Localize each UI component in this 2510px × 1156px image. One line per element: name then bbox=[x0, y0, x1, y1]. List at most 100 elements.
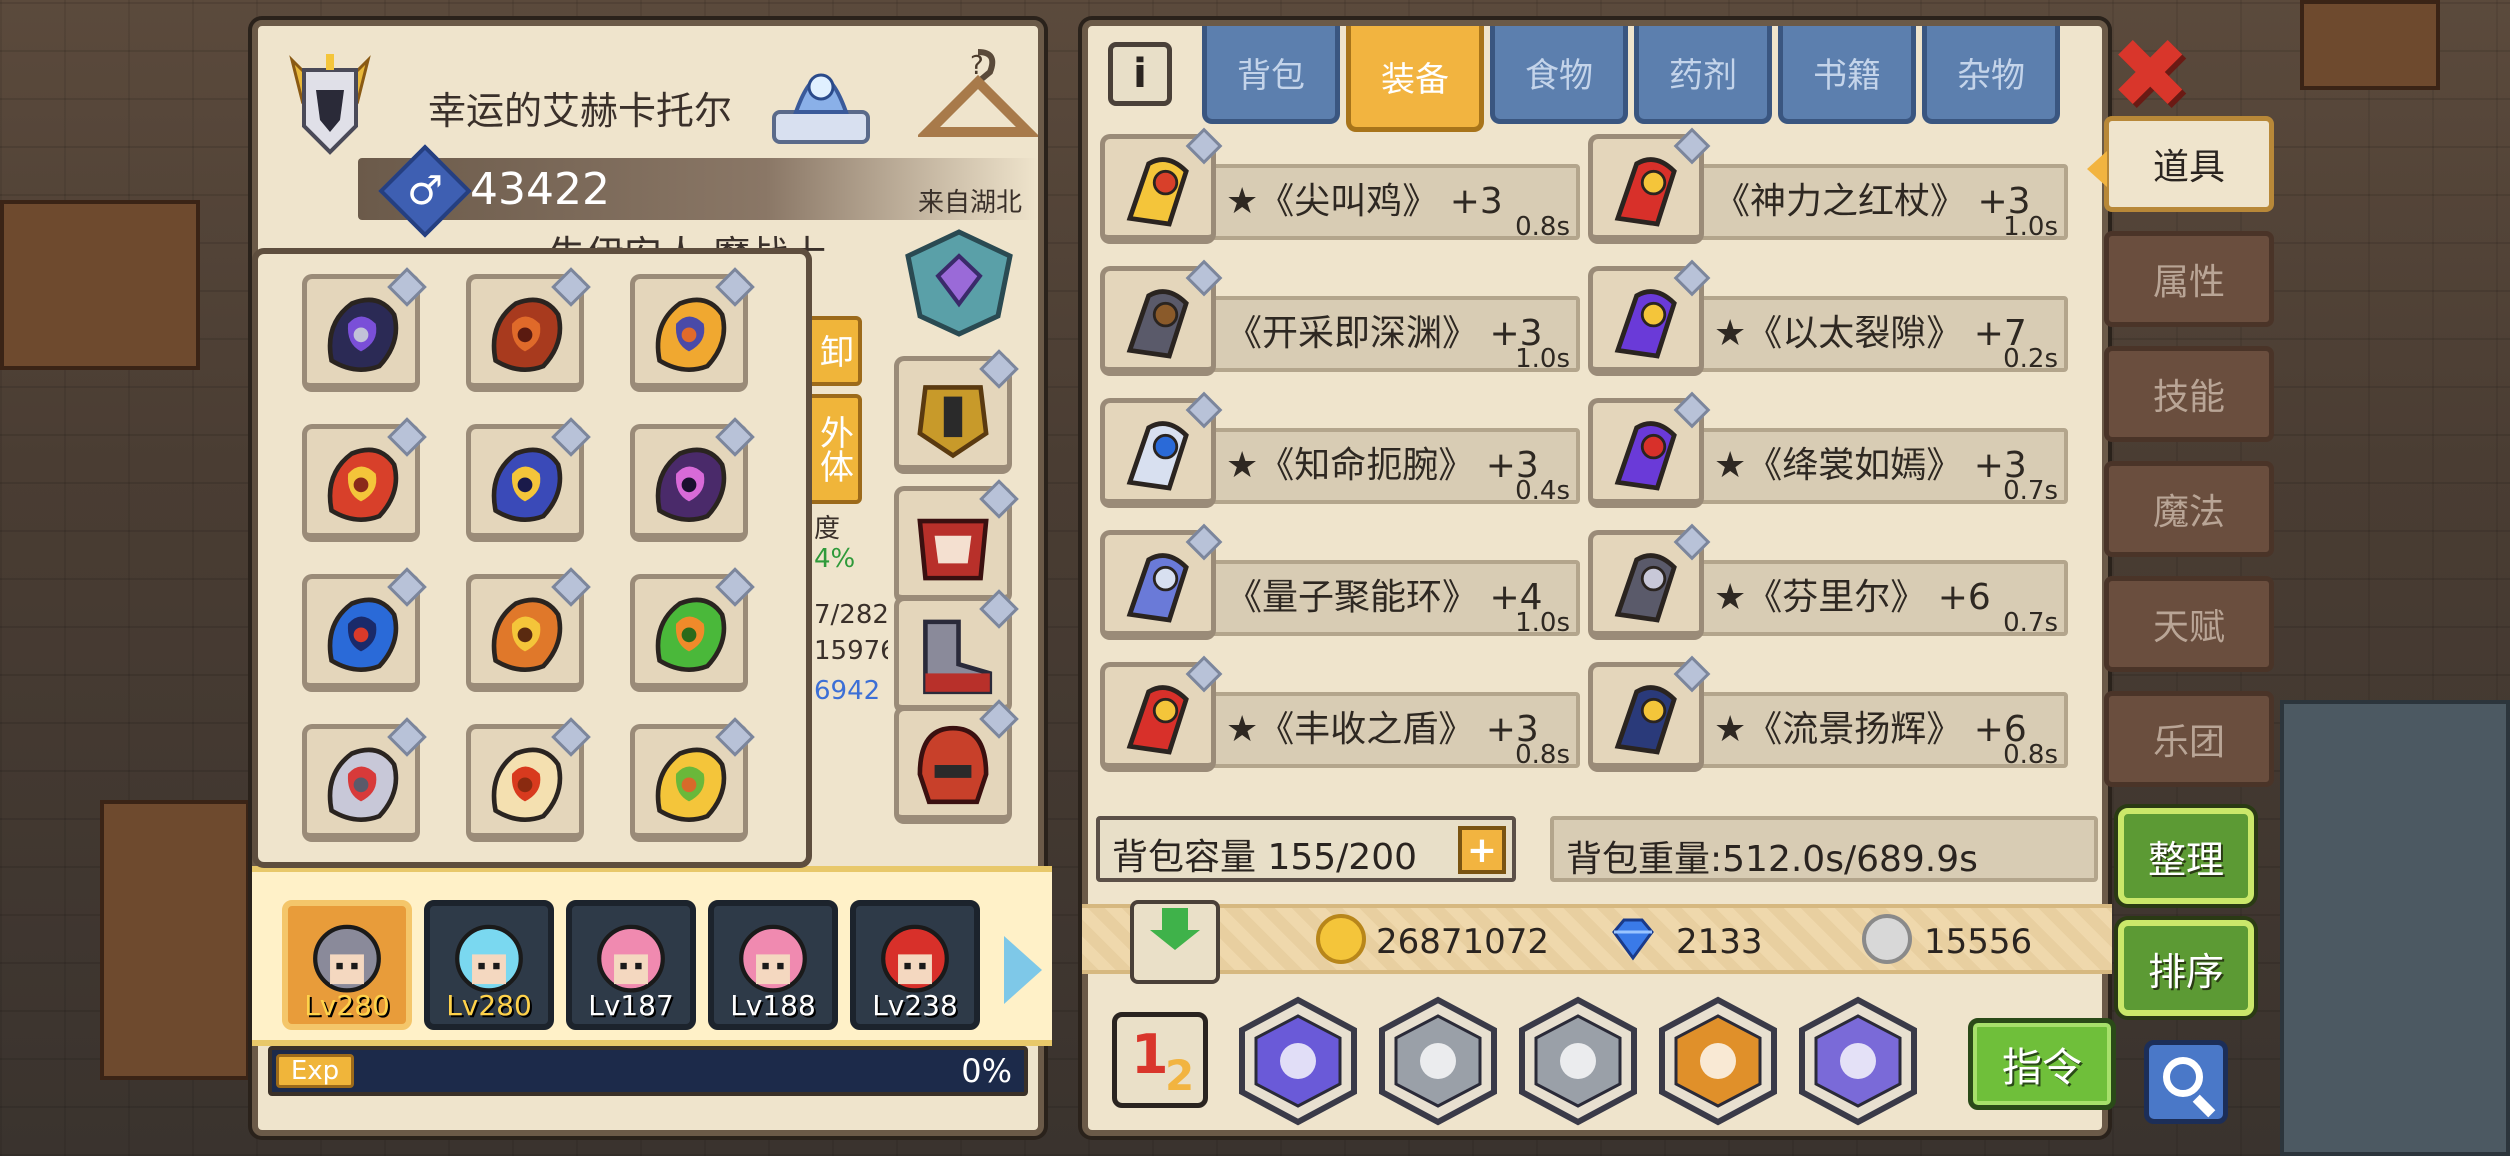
item-icon-box bbox=[1588, 655, 1711, 772]
inventory-item[interactable]: 《神力之红杖》 +3 1.0s bbox=[1588, 126, 2068, 250]
tab-2[interactable]: 食物 bbox=[1490, 26, 1628, 124]
inventory-item[interactable]: ★《芬里尔》 +6 0.7s bbox=[1588, 522, 2068, 646]
quantum-ring-icon bbox=[1126, 553, 1189, 623]
equipment-slot[interactable] bbox=[466, 717, 591, 842]
equipment-slot[interactable] bbox=[630, 717, 755, 842]
search-icon[interactable] bbox=[2144, 1040, 2228, 1124]
side-tab-4[interactable]: 天赋 bbox=[2104, 576, 2274, 672]
winged-demon-icon bbox=[655, 447, 727, 522]
item-cooldown: 0.8s bbox=[1515, 740, 1570, 770]
tab-1[interactable]: 装备 bbox=[1346, 26, 1484, 132]
item-cooldown: 0.2s bbox=[2003, 344, 2058, 374]
inventory-item[interactable]: 《开采即深渊》 +3 1.0s bbox=[1100, 258, 1580, 382]
tab-0[interactable]: 背包 bbox=[1202, 26, 1340, 124]
gear-filter-icon[interactable] bbox=[1796, 996, 1920, 1126]
rank-badge-icon[interactable] bbox=[282, 40, 378, 160]
equipment-slot[interactable] bbox=[302, 717, 427, 842]
armor-slot[interactable] bbox=[894, 589, 1019, 714]
side-tab-0[interactable]: 道具 bbox=[2087, 116, 2274, 212]
side-tab-5[interactable]: 乐团 bbox=[2104, 691, 2274, 787]
side-tab-1[interactable]: 属性 bbox=[2104, 231, 2274, 327]
ornate-ring-icon bbox=[655, 297, 727, 372]
star-filter-icon[interactable] bbox=[1516, 996, 1640, 1126]
organize-button[interactable]: 整理 bbox=[2118, 808, 2254, 904]
info-button[interactable]: i bbox=[1108, 42, 1172, 106]
close-icon[interactable]: ✖ bbox=[2110, 26, 2190, 122]
exp-bar: Exp 0% bbox=[268, 1046, 1028, 1096]
shuriken-filter-icon[interactable] bbox=[1656, 996, 1780, 1126]
team-member-level: Lv280 bbox=[304, 989, 390, 1022]
item-cooldown: 1.0s bbox=[2003, 212, 2058, 242]
equipment-slot[interactable] bbox=[466, 567, 591, 692]
tab-3[interactable]: 药剂 bbox=[1634, 26, 1772, 124]
team-member-level: Lv187 bbox=[588, 989, 674, 1022]
tab-4[interactable]: 书籍 bbox=[1778, 26, 1916, 124]
team-member[interactable]: Lv187 bbox=[566, 900, 696, 1030]
armor-slot[interactable] bbox=[894, 699, 1019, 824]
stat-label: 度 bbox=[814, 514, 841, 544]
team-member[interactable]: Lv238 bbox=[850, 900, 980, 1030]
equipment-slot[interactable] bbox=[302, 567, 427, 692]
equipment-slot[interactable] bbox=[466, 267, 591, 392]
inventory-item[interactable]: ★《知命扼腕》 +3 0.4s bbox=[1100, 390, 1580, 514]
bag-capacity-text: 背包容量 155/200 bbox=[1112, 837, 1417, 878]
store-download-icon[interactable] bbox=[1130, 900, 1220, 984]
team-member[interactable]: Lv188 bbox=[708, 900, 838, 1030]
diamond-icon bbox=[1612, 918, 1654, 961]
inventory-item[interactable]: ★《丰收之盾》 +3 0.8s bbox=[1100, 654, 1580, 778]
order-one: 1 bbox=[1131, 1023, 1169, 1086]
ether-rift-icon bbox=[1614, 289, 1677, 359]
tab-5[interactable]: 杂物 bbox=[1922, 26, 2060, 124]
team-member-level: Lv188 bbox=[730, 989, 816, 1022]
item-icon-box bbox=[1100, 259, 1223, 376]
teleport-shrine-icon[interactable] bbox=[766, 42, 876, 152]
fenrir-head-icon bbox=[1614, 553, 1677, 623]
equipment-slot[interactable] bbox=[630, 267, 755, 392]
team-member-level: Lv238 bbox=[872, 989, 958, 1022]
team-member-level: Lv280 bbox=[446, 989, 532, 1022]
equipment-slot[interactable] bbox=[630, 417, 755, 542]
background-wall bbox=[2280, 700, 2510, 1156]
team-member[interactable]: Lv280 bbox=[282, 900, 412, 1030]
equipment-slot[interactable] bbox=[466, 417, 591, 542]
inventory-panel: i 背包 装备 食物 药剂 书籍 杂物 ★《尖叫鸡》 +3 0.8s 《神力之红杖》 +3 1.… bbox=[1082, 20, 2116, 1136]
flower-wreath-icon bbox=[655, 747, 727, 822]
equipment-slot[interactable] bbox=[630, 567, 755, 692]
appearance-button[interactable]: 外体 bbox=[806, 394, 862, 504]
background-table bbox=[0, 200, 200, 370]
inventory-item[interactable]: ★《流景扬辉》 +6 0.8s bbox=[1588, 654, 2068, 778]
gold-amount: 26871072 bbox=[1376, 922, 1550, 962]
armor-slot[interactable] bbox=[894, 479, 1019, 604]
equipment-slot[interactable] bbox=[302, 267, 427, 392]
expand-bag-button[interactable]: + bbox=[1458, 826, 1506, 874]
team-member[interactable]: Lv280 bbox=[424, 900, 554, 1030]
filter-row: 1 2 指令 bbox=[1112, 990, 2116, 1130]
stat-hp: 7/2829 bbox=[814, 600, 888, 630]
inventory-item[interactable]: ★《绛裳如嫣》 +3 0.7s bbox=[1588, 390, 2068, 514]
side-tab-2[interactable]: 技能 bbox=[2104, 346, 2274, 442]
battle-axe-icon bbox=[327, 747, 399, 822]
order-two: 2 bbox=[1165, 1051, 1195, 1100]
inventory-item[interactable]: ★《尖叫鸡》 +3 0.8s bbox=[1100, 126, 1580, 250]
wardrobe-hanger-icon[interactable]: ? bbox=[918, 42, 1038, 152]
crystal-shield-icon[interactable] bbox=[894, 226, 1024, 338]
inventory-item[interactable]: ★《以太裂隙》 +7 0.2s bbox=[1588, 258, 2068, 382]
background-crate bbox=[2300, 0, 2440, 90]
inventory-item[interactable]: 《量子聚能环》 +4 1.0s bbox=[1100, 522, 1580, 646]
flask-filter-icon[interactable] bbox=[1236, 996, 1360, 1126]
team-next-arrow-icon[interactable] bbox=[1004, 936, 1042, 1004]
team-bar: Lv280 Lv280 Lv187 Lv188 Lv238 bbox=[252, 866, 1052, 1046]
quantity-toggle-button[interactable]: 1 2 bbox=[1112, 1012, 1208, 1108]
equipment-slot[interactable] bbox=[302, 417, 427, 542]
crimson-ring-icon bbox=[1614, 421, 1677, 491]
side-tab-3[interactable]: 魔法 bbox=[2104, 461, 2274, 557]
item-cooldown: 0.8s bbox=[2003, 740, 2058, 770]
pumpkin-vine-icon bbox=[655, 597, 727, 672]
sword-filter-icon[interactable] bbox=[1376, 996, 1500, 1126]
blue-cloak-icon bbox=[491, 447, 563, 522]
item-cooldown: 1.0s bbox=[1515, 608, 1570, 638]
sort-button[interactable]: 排序 bbox=[2118, 920, 2254, 1016]
unequip-button[interactable]: 卸 bbox=[806, 316, 862, 386]
command-button[interactable]: 指令 bbox=[1968, 1018, 2116, 1110]
armor-slot[interactable] bbox=[894, 349, 1019, 474]
